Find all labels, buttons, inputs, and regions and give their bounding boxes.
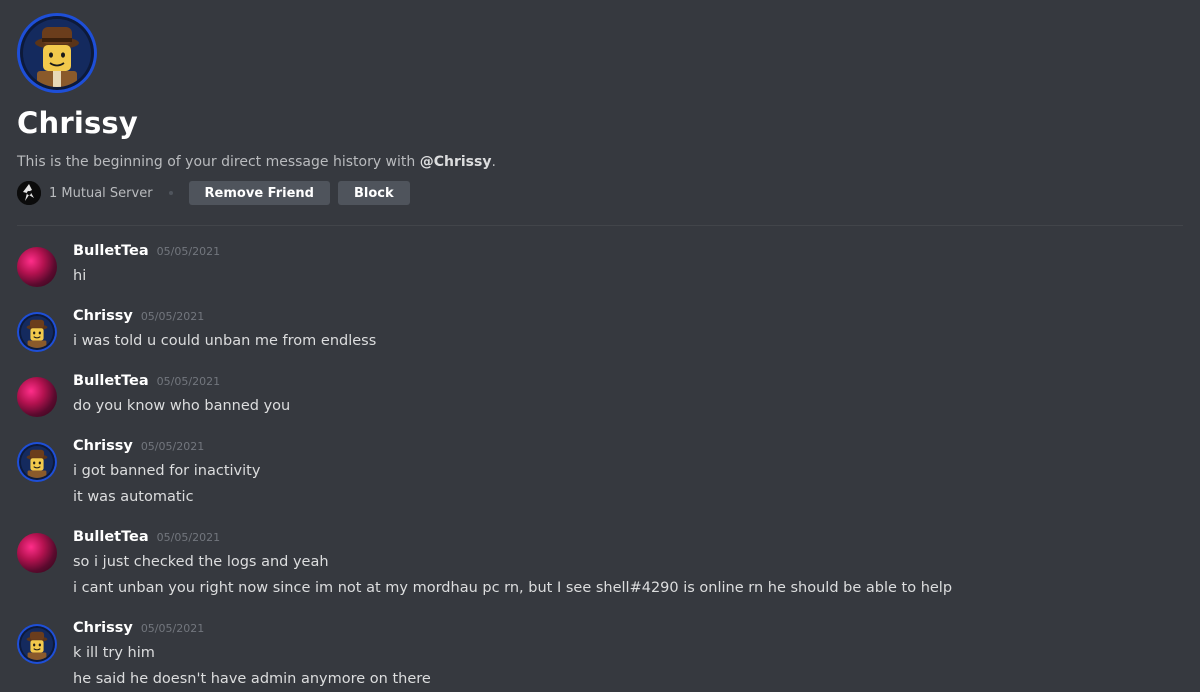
user-mention[interactable]: @Chrissy [420,154,492,170]
message-author[interactable]: BulletTea [73,243,149,259]
lego-minifig-avatar-icon[interactable] [17,624,57,664]
message-author[interactable]: Chrissy [73,308,133,324]
message-author[interactable]: Chrissy [73,438,133,454]
message-timestamp: 05/05/2021 [156,531,221,544]
message-timestamp: 05/05/2021 [140,622,205,635]
lego-minifig-avatar-icon[interactable] [17,312,57,352]
message-timestamp: 05/05/2021 [140,440,205,453]
message-text: he said he doesn't have admin anymore on… [73,671,431,687]
dm-channel: Chrissy This is the beginning of your di… [0,0,1200,692]
message-timestamp: 05/05/2021 [140,310,205,323]
remove-friend-button[interactable]: Remove Friend [188,181,330,205]
message-text: it was automatic [73,489,194,505]
lego-minifig-avatar-icon[interactable] [17,442,57,482]
intro-text: This is the beginning of your direct mes… [17,153,1183,171]
intro-suffix: . [491,154,496,170]
message-text: k ill try him [73,645,155,661]
lego-minifig-avatar-icon [23,19,91,87]
page-title: Chrissy [17,106,138,140]
message-text: hi [73,268,87,284]
message-author[interactable]: BulletTea [73,373,149,389]
profile-avatar[interactable] [17,13,97,93]
block-button[interactable]: Block [337,181,410,205]
message-text: i cant unban you right now since im not … [73,580,953,596]
message-text: so i just checked the logs and yeah [73,554,329,570]
message-timestamp: 05/05/2021 [156,375,221,388]
pink-abstract-avatar-icon[interactable] [17,247,57,287]
profile-actions: 1 Mutual Server Remove Friend Block [17,181,1183,205]
pink-abstract-avatar-icon[interactable] [17,533,57,573]
mutual-server-icon[interactable] [17,181,41,205]
message-text: i was told u could unban me from endless [73,333,377,349]
intro-prefix: This is the beginning of your direct mes… [17,154,420,170]
separator-dot [168,191,173,195]
mutual-servers-count[interactable]: 1 Mutual Server [49,186,153,201]
message-author[interactable]: Chrissy [73,620,133,636]
message-text: i got banned for inactivity [73,463,261,479]
message-author[interactable]: BulletTea [73,529,149,545]
dm-welcome-header: Chrissy This is the beginning of your di… [17,13,1183,205]
message-text: do you know who banned you [73,398,291,414]
pink-abstract-avatar-icon[interactable] [17,377,57,417]
message-timestamp: 05/05/2021 [156,245,221,258]
divider [17,225,1183,226]
